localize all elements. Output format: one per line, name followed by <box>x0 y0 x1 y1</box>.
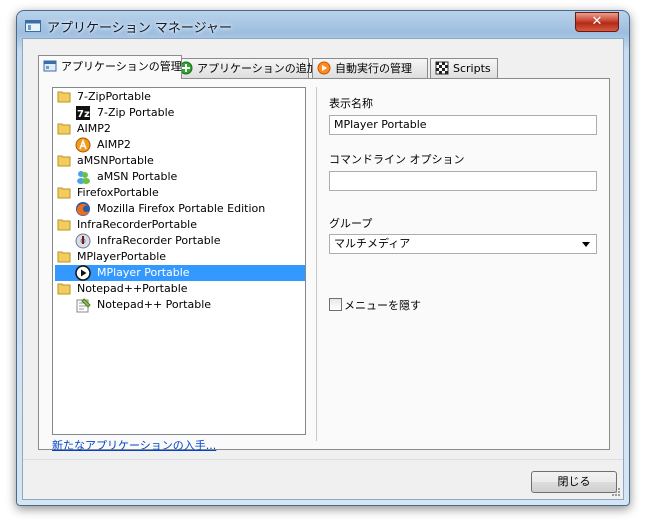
tree-group-mplayer[interactable]: MPlayerPortable <box>57 249 297 265</box>
tree-item-label: Notepad++ Portable <box>97 298 212 311</box>
mplayer-icon <box>75 265 91 281</box>
window-title: アプリケーション マネージャー <box>47 21 232 36</box>
tree-item-label: Mozilla Firefox Portable Edition <box>97 202 266 215</box>
group-dropdown-value: マルチメディア <box>334 237 411 250</box>
aimp-icon <box>75 137 91 153</box>
tab-autorun-label: 自動実行の管理 <box>335 62 412 75</box>
tree-item-label: 7-Zip Portable <box>97 106 175 119</box>
tree-group-label: Notepad++Portable <box>77 282 188 295</box>
firefox-icon <box>76 202 90 216</box>
group-label: グループ <box>329 217 373 230</box>
tree-item-label: AIMP2 <box>97 138 131 151</box>
tree-item-label: aMSN Portable <box>97 170 178 183</box>
checkbox-box[interactable] <box>329 298 342 311</box>
tree-group-label: 7-ZipPortable <box>77 90 151 103</box>
tree-group-aimp2[interactable]: AIMP2 <box>57 121 297 137</box>
tab-scripts[interactable]: Scripts <box>430 58 498 78</box>
tree-group-amsn[interactable]: aMSNPortable <box>57 153 297 169</box>
notepad-icon <box>76 298 91 313</box>
tree-item-label: MPlayer Portable <box>97 266 190 279</box>
tree-group-notepad[interactable]: Notepad++Portable <box>57 281 297 297</box>
close-window-button[interactable]: ✕ <box>575 12 619 32</box>
tree-item-mplayer[interactable]: MPlayer Portable <box>55 265 305 281</box>
resize-grip-icon[interactable] <box>611 487 621 497</box>
tree-group-7zip[interactable]: 7-ZipPortable <box>57 89 297 105</box>
folder-icon <box>57 187 71 199</box>
tab-add-apps[interactable]: アプリケーションの追加 <box>174 58 318 78</box>
manage-apps-panel: 7-ZipPortable 7z 7-Zip Portable AIMP2 AI… <box>38 78 610 453</box>
tree-group-infrarecorder[interactable]: InfraRecorderPortable <box>57 217 297 233</box>
tree-group-label: InfraRecorderPortable <box>77 218 198 231</box>
tree-item-label: InfraRecorder Portable <box>97 234 221 247</box>
folder-icon <box>57 251 71 263</box>
dialog-client-area: アプリケーションの管理 アプリケーションの追加 自動実行の管理 Scripts <box>22 38 624 500</box>
tab-manage-apps[interactable]: アプリケーションの管理 <box>38 55 182 79</box>
panel-divider <box>316 87 317 441</box>
tree-group-firefox[interactable]: FirefoxPortable <box>57 185 297 201</box>
app-window-icon <box>25 20 41 32</box>
folder-icon <box>57 155 71 167</box>
tree-group-label: FirefoxPortable <box>77 186 159 199</box>
tree-group-label: aMSNPortable <box>77 154 154 167</box>
application-manager-window: アプリケーション マネージャー ✕ アプリケーションの管理 アプリケーションの追… <box>16 10 630 506</box>
checkered-flag-icon <box>435 61 449 75</box>
display-name-field[interactable]: MPlayer Portable <box>329 115 597 135</box>
footer-separator <box>23 459 623 460</box>
tab-autorun[interactable]: 自動実行の管理 <box>312 58 428 78</box>
get-new-apps-link[interactable]: 新たなアプリケーションの入手... <box>52 437 216 453</box>
cmdline-field[interactable] <box>329 171 597 191</box>
tab-add-apps-label: アプリケーションの追加 <box>197 62 318 75</box>
tab-scripts-label: Scripts <box>453 62 491 75</box>
7zip-icon: 7z <box>76 106 90 120</box>
tab-manage-apps-label: アプリケーションの管理 <box>61 60 182 73</box>
title-bar[interactable]: アプリケーション マネージャー ✕ <box>17 11 629 39</box>
autorun-icon <box>317 61 331 75</box>
infrarecorder-icon <box>75 233 91 249</box>
group-dropdown[interactable]: マルチメディア <box>329 234 597 254</box>
dropdown-arrow-icon <box>582 242 590 247</box>
app-tree[interactable]: 7-ZipPortable 7z 7-Zip Portable AIMP2 AI… <box>52 87 306 435</box>
amsn-icon <box>77 171 90 184</box>
svg-text:7z: 7z <box>77 109 90 120</box>
cmdline-label: コマンドライン オプション <box>329 153 465 166</box>
folder-icon <box>57 123 71 135</box>
tree-group-label: AIMP2 <box>77 122 111 135</box>
close-button[interactable]: 閉じる <box>531 471 617 493</box>
folder-icon <box>57 219 71 231</box>
folder-icon <box>57 283 71 295</box>
folder-icon <box>57 91 71 103</box>
tree-group-label: MPlayerPortable <box>77 250 167 263</box>
hide-menu-label: メニューを隠す <box>344 299 421 312</box>
display-name-label: 表示名称 <box>329 97 373 110</box>
manage-icon <box>43 60 57 72</box>
